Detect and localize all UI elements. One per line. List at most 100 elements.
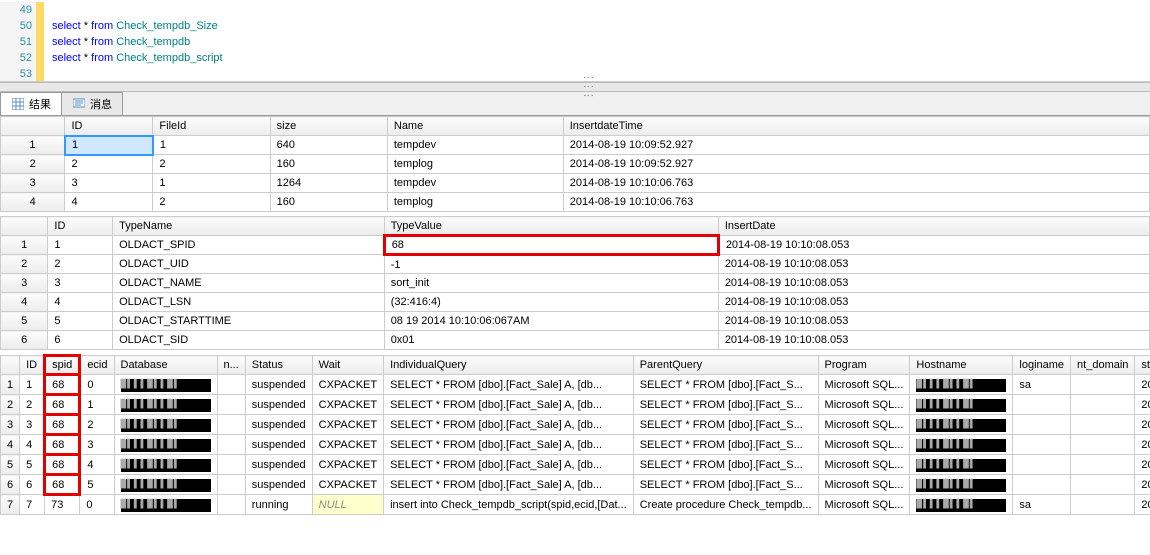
grid-cell[interactable]: suspended <box>245 395 312 415</box>
grid-cell[interactable]: 0 <box>80 375 114 395</box>
grid-cell[interactable]: CXPACKET <box>312 455 383 475</box>
code-line[interactable]: 52select * from Check_tempdb_script <box>0 50 1150 66</box>
grid-cell[interactable]: █▌▌▌█▌▌█▌ <box>910 435 1013 455</box>
grid-cell[interactable] <box>217 455 245 475</box>
grid-cell[interactable]: SELECT * FROM [dbo].[Fact_S... <box>633 435 818 455</box>
grid-cell[interactable] <box>1071 435 1135 455</box>
grid-cell[interactable]: running <box>245 495 312 515</box>
grid-cell[interactable]: 2014-08-19 10:10:08.053 <box>718 274 1149 293</box>
column-header[interactable]: ecid <box>80 356 114 375</box>
column-header[interactable]: Program <box>818 356 910 375</box>
column-header[interactable]: ID <box>20 356 45 375</box>
grid-cell[interactable]: 3 <box>48 274 113 293</box>
grid-cell[interactable]: 1 <box>153 136 270 155</box>
grid-cell[interactable]: 08 19 2014 10:10:06:067AM <box>384 312 718 331</box>
grid-cell[interactable]: 68 <box>45 415 80 435</box>
column-header[interactable]: n... <box>217 356 245 375</box>
row-header[interactable]: 1 <box>1 375 20 395</box>
column-header[interactable]: spid <box>45 356 80 375</box>
table-row[interactable]: 11680█▌▌▌█▌▌█▌suspendedCXPACKETSELECT * … <box>1 375 1150 395</box>
grid-cell[interactable] <box>1013 435 1071 455</box>
grid-cell[interactable]: 4 <box>20 435 45 455</box>
grid-cell[interactable]: OLDACT_SPID <box>113 236 385 255</box>
tab-results[interactable]: 结果 <box>0 92 62 115</box>
grid-cell[interactable] <box>1071 475 1135 495</box>
grid-cell[interactable]: 2 <box>65 155 153 174</box>
grid-cell[interactable]: OLDACT_NAME <box>113 274 385 293</box>
grid-cell[interactable]: CXPACKET <box>312 395 383 415</box>
grid-cell[interactable]: sa <box>1013 375 1071 395</box>
grid-cell[interactable]: 68 <box>45 375 80 395</box>
table-row[interactable]: 66OLDACT_SID0x012014-08-19 10:10:08.053 <box>1 331 1150 350</box>
grid-cell[interactable]: 2014 <box>1135 415 1150 435</box>
grid-cell[interactable]: SELECT * FROM [dbo].[Fact_S... <box>633 455 818 475</box>
grid-cell[interactable] <box>1013 415 1071 435</box>
grid-cell[interactable]: Microsoft SQL... <box>818 435 910 455</box>
grid-cell[interactable]: 2014 <box>1135 435 1150 455</box>
grid-cell[interactable]: 3 <box>20 415 45 435</box>
grid-cell[interactable]: █▌▌▌█▌▌█▌ <box>114 375 217 395</box>
line-content[interactable]: select * from Check_tempdb_Size <box>44 18 218 34</box>
table-row[interactable]: 442160templog2014-08-19 10:10:06.763 <box>1 193 1150 212</box>
column-header[interactable]: start_ <box>1135 356 1150 375</box>
grid-cell[interactable]: Microsoft SQL... <box>818 495 910 515</box>
row-header[interactable]: 6 <box>1 331 48 350</box>
table-row[interactable]: 55684█▌▌▌█▌▌█▌suspendedCXPACKETSELECT * … <box>1 455 1150 475</box>
grid-cell[interactable]: 2 <box>20 395 45 415</box>
grid-cell[interactable] <box>1071 415 1135 435</box>
column-header[interactable]: Status <box>245 356 312 375</box>
grid-cell[interactable]: SELECT * FROM [dbo].[Fact_S... <box>633 395 818 415</box>
grid-cell[interactable]: 7 <box>20 495 45 515</box>
grid-cell[interactable]: SELECT * FROM [dbo].[Fact_Sale] A, [db..… <box>384 375 634 395</box>
grid-cell[interactable]: 2014-08-19 10:10:06.763 <box>563 174 1149 193</box>
grid-cell[interactable]: 68 <box>384 236 718 255</box>
grid-cell[interactable]: █▌▌▌█▌▌█▌ <box>910 495 1013 515</box>
table-row[interactable]: 77730█▌▌▌█▌▌█▌runningNULLinsert into Che… <box>1 495 1150 515</box>
grid-cell[interactable]: OLDACT_LSN <box>113 293 385 312</box>
row-header[interactable]: 5 <box>1 312 48 331</box>
grid-cell[interactable]: CXPACKET <box>312 435 383 455</box>
grid-cell[interactable]: suspended <box>245 475 312 495</box>
grid-cell[interactable]: 2014-08-19 10:10:08.053 <box>718 255 1149 274</box>
grid-cell[interactable]: Microsoft SQL... <box>818 455 910 475</box>
table-row[interactable]: 222160templog2014-08-19 10:09:52.927 <box>1 155 1150 174</box>
line-content[interactable] <box>44 66 52 82</box>
grid-cell[interactable]: tempdev <box>387 174 563 193</box>
grid-cell[interactable]: 640 <box>270 136 387 155</box>
grid-cell[interactable]: 2014 <box>1135 375 1150 395</box>
column-header[interactable]: size <box>270 117 387 136</box>
grid-cell[interactable]: 2 <box>80 415 114 435</box>
grid-cell[interactable]: 73 <box>45 495 80 515</box>
column-header[interactable]: loginame <box>1013 356 1071 375</box>
results-grid-1[interactable]: IDFileIdsizeNameInsertdateTime111640temp… <box>0 116 1150 212</box>
grid-cell[interactable]: templog <box>387 155 563 174</box>
row-header[interactable]: 4 <box>1 293 48 312</box>
grid-cell[interactable]: 6 <box>20 475 45 495</box>
line-content[interactable] <box>44 2 52 18</box>
results-grid-3[interactable]: IDspidecidDatabasen...StatusWaitIndividu… <box>0 354 1150 515</box>
grid-cell[interactable]: 160 <box>270 155 387 174</box>
grid-cell[interactable]: CXPACKET <box>312 375 383 395</box>
grid-cell[interactable] <box>217 435 245 455</box>
tab-messages[interactable]: 消息 <box>61 92 123 115</box>
grid-cell[interactable]: 2014 <box>1135 495 1150 515</box>
grid-cell[interactable]: sort_init <box>384 274 718 293</box>
row-header[interactable]: 2 <box>1 395 20 415</box>
grid-cell[interactable]: 1264 <box>270 174 387 193</box>
code-line[interactable]: 51select * from Check_tempdb <box>0 34 1150 50</box>
grid-cell[interactable]: 4 <box>65 193 153 212</box>
table-row[interactable]: 55OLDACT_STARTTIME08 19 2014 10:10:06:06… <box>1 312 1150 331</box>
column-header[interactable]: IndividualQuery <box>384 356 634 375</box>
grid-cell[interactable]: templog <box>387 193 563 212</box>
column-header[interactable]: ID <box>48 217 113 236</box>
grid-cell[interactable]: 2 <box>153 193 270 212</box>
grid-cell[interactable]: 68 <box>45 475 80 495</box>
grid-cell[interactable] <box>217 415 245 435</box>
grid-cell[interactable]: suspended <box>245 375 312 395</box>
code-line[interactable]: 50select * from Check_tempdb_Size <box>0 18 1150 34</box>
grid-cell[interactable]: █▌▌▌█▌▌█▌ <box>114 435 217 455</box>
grid-cell[interactable]: 2014-08-19 10:10:06.763 <box>563 193 1149 212</box>
row-header[interactable]: 2 <box>1 255 48 274</box>
line-content[interactable]: select * from Check_tempdb <box>44 34 190 50</box>
table-row[interactable]: 44683█▌▌▌█▌▌█▌suspendedCXPACKETSELECT * … <box>1 435 1150 455</box>
